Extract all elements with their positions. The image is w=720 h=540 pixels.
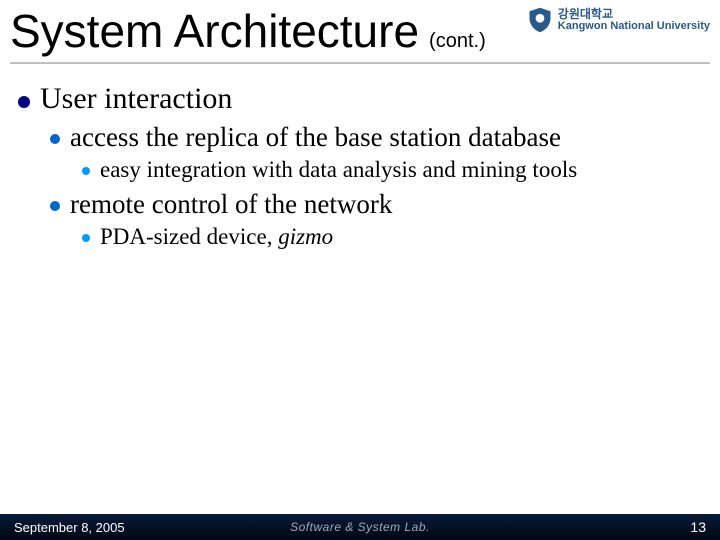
bullet-level2: access the replica of the base station d… [50,122,710,153]
bullet-dot-icon [50,201,60,211]
bullet-level3: easy integration with data analysis and … [82,157,710,183]
bullet-text: easy integration with data analysis and … [100,157,577,183]
slide-title: System Architecture [10,4,419,58]
bullet-dot-icon [18,96,30,108]
content-area: User interaction access the replica of t… [0,64,720,250]
bullet-level2: remote control of the network [50,189,710,220]
bullet-text-em: gizmo [278,224,333,249]
slide-title-suffix: (cont.) [429,30,486,53]
bullet-dot-icon [82,234,90,242]
bullet-text-pre: PDA-sized device, [100,224,278,249]
logo-en: Kangwon National University [558,20,710,32]
footer-lab: Software & System Lab. [290,520,430,534]
bullet-text: access the replica of the base station d… [70,122,561,153]
bullet-dot-icon [50,134,60,144]
bullet-text: remote control of the network [70,189,392,220]
university-logo-text: 강원대학교 Kangwon National University [558,8,710,32]
footer-date: September 8, 2005 [14,520,125,535]
bullet-level1: User interaction [18,82,710,116]
footer-page-number: 13 [690,519,706,535]
bullet-text: User interaction [40,82,232,116]
footer-bar: September 8, 2005 Software & System Lab.… [0,514,720,540]
bullet-level3: PDA-sized device, gizmo [82,224,710,250]
bullet-dot-icon [82,167,90,175]
slide: 강원대학교 Kangwon National University System… [0,0,720,540]
logo-kr: 강원대학교 [558,8,710,20]
university-logo: 강원대학교 Kangwon National University [526,6,710,34]
shield-icon [526,6,554,34]
bullet-text: PDA-sized device, gizmo [100,224,333,250]
